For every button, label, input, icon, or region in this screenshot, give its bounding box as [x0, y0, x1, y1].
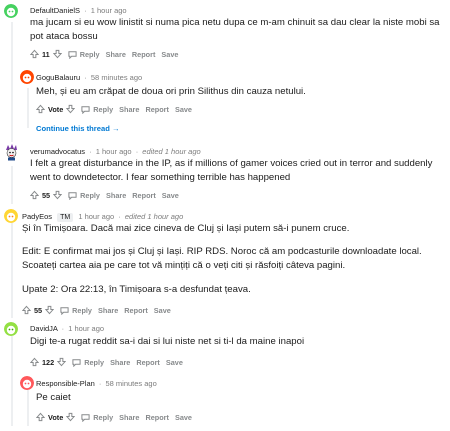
comment-meta: PadyEos TM 1 hour ago · edited 1 hour ag…	[22, 212, 184, 222]
username[interactable]: DefaultDanielS	[30, 6, 80, 15]
comment-body: I felt a great disturbance in the IP, as…	[30, 158, 433, 183]
thread-line[interactable]	[11, 336, 13, 426]
report-button[interactable]: Report	[145, 413, 169, 422]
comment-actions: 11 Reply Share Report Save	[30, 49, 178, 59]
report-button[interactable]: Report	[132, 191, 156, 200]
comment-meta: DefaultDanielS · 1 hour ago	[30, 6, 127, 15]
username[interactable]: PadyEos	[22, 212, 52, 221]
report-button[interactable]: Report	[136, 358, 160, 367]
comment-body-update: Upate 2: Ora 22:13, în Timișoara s-a des…	[22, 284, 251, 295]
comment-actions: 55 Reply Share Report Save	[30, 190, 179, 200]
edited-label: edited 1 hour ago	[142, 147, 201, 156]
username[interactable]: GoguBalauru	[36, 73, 80, 82]
continue-thread-link[interactable]: Continue this thread →	[36, 124, 120, 133]
save-button[interactable]: Save	[162, 191, 179, 200]
vote-count: 11	[42, 49, 50, 59]
downvote-icon[interactable]	[53, 190, 63, 200]
downvote-icon[interactable]	[52, 49, 62, 59]
reply-button[interactable]: Reply	[81, 413, 113, 422]
comment-meta: GoguBalauru · 58 minutes ago	[36, 73, 143, 82]
downvote-icon[interactable]	[66, 412, 76, 422]
upvote-icon[interactable]	[30, 49, 39, 59]
avatar[interactable]	[20, 70, 34, 84]
reply-icon	[72, 358, 81, 367]
comment-body: ma jucam si eu wow linistit si numa pica…	[30, 17, 440, 42]
reply-button[interactable]: Reply	[81, 105, 113, 114]
reply-button[interactable]: Reply	[68, 191, 100, 200]
report-button[interactable]: Report	[145, 105, 169, 114]
upvote-icon[interactable]	[22, 305, 31, 315]
reply-button[interactable]: Reply	[72, 358, 104, 367]
upvote-icon[interactable]	[30, 357, 39, 367]
avatar[interactable]	[20, 376, 34, 390]
timestamp[interactable]: 1 hour ago	[68, 324, 104, 333]
reply-icon	[81, 105, 90, 114]
thread-line[interactable]	[27, 88, 29, 128]
comment-body: Meh, și eu am crăpat de doua ori prin Si…	[36, 86, 306, 97]
timestamp[interactable]: 58 minutes ago	[91, 73, 142, 82]
comment-body: Și în Timișoara. Dacă mai zice cineva de…	[22, 223, 350, 234]
comment-actions: Vote Reply Share Report Save	[36, 412, 192, 422]
upvote-icon[interactable]	[36, 104, 45, 114]
username[interactable]: Responsible-Plan	[36, 379, 95, 388]
avatar[interactable]	[4, 209, 18, 223]
comment-actions: Vote Reply Share Report Save	[36, 104, 192, 114]
timestamp[interactable]: 58 minutes ago	[105, 379, 156, 388]
comment-body: Pe caiet	[36, 392, 71, 403]
edited-label: edited 1 hour ago	[124, 212, 184, 221]
timestamp[interactable]: 1 hour ago	[78, 212, 114, 221]
save-button[interactable]: Save	[154, 306, 171, 315]
vote-count: 55	[42, 190, 51, 200]
report-button[interactable]: Report	[124, 306, 148, 315]
user-flair: TM	[57, 213, 74, 222]
reply-button[interactable]: Reply	[68, 50, 100, 59]
thread-line[interactable]	[11, 222, 13, 318]
username[interactable]: DavidJA	[30, 324, 58, 333]
save-button[interactable]: Save	[175, 413, 192, 422]
comment-body-edit: Edit: E confirmat mai jos și Cluj și Iaș…	[22, 246, 422, 271]
save-button[interactable]: Save	[175, 105, 192, 114]
comment-meta: Responsible-Plan · 58 minutes ago	[36, 379, 157, 388]
comment-meta: DavidJA · 1 hour ago	[30, 324, 105, 333]
upvote-icon[interactable]	[30, 190, 39, 200]
timestamp[interactable]: 1 hour ago	[91, 6, 127, 15]
username[interactable]: verumadvocatus	[30, 147, 85, 156]
comment-actions: 122 Reply Share Report Save	[30, 357, 183, 367]
comment-body: Digi te-a rugat reddit sa-i dai si lui n…	[30, 336, 305, 347]
avatar[interactable]	[4, 144, 19, 161]
thread-line[interactable]	[11, 166, 13, 204]
downvote-icon[interactable]	[57, 357, 67, 367]
share-button[interactable]: Share	[106, 191, 126, 200]
thread-line[interactable]	[11, 22, 13, 142]
share-button[interactable]: Share	[119, 413, 139, 422]
share-button[interactable]: Share	[98, 306, 118, 315]
reply-icon	[68, 191, 77, 200]
avatar[interactable]	[4, 322, 18, 336]
reply-icon	[68, 50, 77, 59]
vote-count: 55	[34, 305, 43, 315]
share-button[interactable]: Share	[110, 358, 130, 367]
arrow-right-icon: →	[111, 124, 120, 133]
timestamp[interactable]: 1 hour ago	[96, 147, 132, 156]
save-button[interactable]: Save	[161, 50, 178, 59]
comment-meta: verumadvocatus · 1 hour ago · edited 1 h…	[30, 147, 201, 156]
thread-line[interactable]	[27, 390, 29, 426]
share-button[interactable]: Share	[106, 50, 126, 59]
reply-button[interactable]: Reply	[60, 306, 92, 315]
downvote-icon[interactable]	[45, 305, 55, 315]
downvote-icon[interactable]	[66, 104, 76, 114]
upvote-icon[interactable]	[36, 412, 45, 422]
vote-count: 122	[42, 357, 55, 367]
vote-count: Vote	[48, 104, 64, 114]
avatar[interactable]	[4, 4, 18, 18]
share-button[interactable]: Share	[119, 105, 139, 114]
vote-count: Vote	[48, 412, 64, 422]
reply-icon	[81, 413, 90, 422]
comment-actions: 55 Reply Share Report Save	[22, 305, 171, 315]
save-button[interactable]: Save	[166, 358, 183, 367]
report-button[interactable]: Report	[132, 50, 156, 59]
reply-icon	[60, 306, 69, 315]
